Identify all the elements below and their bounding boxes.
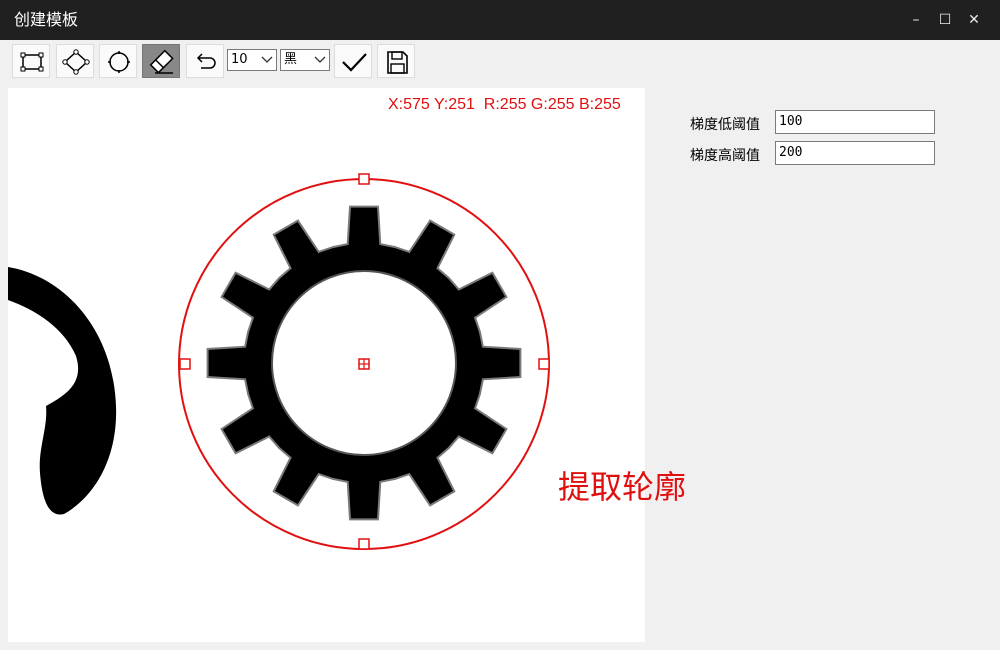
window-title: 创建模板: [14, 10, 79, 29]
close-button[interactable]: ✕: [961, 8, 987, 32]
extract-contour-label: 提取轮廓: [558, 468, 687, 506]
confirm-button[interactable]: [334, 44, 372, 78]
high-threshold-input[interactable]: 200: [775, 141, 935, 165]
brush-size-value: 10: [231, 52, 248, 67]
resize-handle-bottom[interactable]: [358, 538, 370, 550]
image-canvas[interactable]: X:575 Y:251 R:255 G:255 B:255: [8, 88, 645, 642]
chevron-down-icon: [261, 56, 273, 63]
save-button[interactable]: [377, 44, 415, 78]
toolbar: 10 黑: [0, 40, 1000, 82]
brush-color-value: 黑: [284, 52, 298, 67]
rotated-rect-tool-button[interactable]: [56, 44, 94, 78]
low-threshold-input[interactable]: 100: [775, 110, 935, 134]
checkmark-icon: [342, 53, 367, 72]
save-icon: [387, 51, 408, 74]
partial-ring-shape: [8, 267, 117, 515]
pixel-readout: X:575 Y:251 R:255 G:255 B:255: [388, 96, 621, 113]
undo-icon: [196, 53, 216, 69]
eraser-tool-button[interactable]: [142, 44, 180, 78]
resize-handle-right[interactable]: [538, 358, 550, 370]
brush-color-select[interactable]: 黑: [280, 49, 330, 71]
eraser-icon: [149, 49, 174, 74]
resize-handle-top[interactable]: [358, 173, 370, 185]
resize-handle-left[interactable]: [179, 358, 191, 370]
title-bar: 创建模板 – ☐ ✕: [0, 0, 1000, 40]
chevron-down-icon: [314, 56, 326, 63]
rectangle-icon: [20, 52, 44, 72]
brush-size-select[interactable]: 10: [227, 49, 277, 71]
rectangle-tool-button[interactable]: [12, 44, 50, 78]
undo-tool-button[interactable]: [186, 44, 224, 78]
minimize-button[interactable]: –: [903, 8, 929, 32]
maximize-button[interactable]: ☐: [932, 8, 958, 32]
rotated-rectangle-icon: [62, 49, 90, 75]
high-threshold-label: 梯度高阈值: [690, 148, 760, 164]
low-threshold-label: 梯度低阈值: [690, 117, 760, 133]
template-image: [8, 173, 550, 550]
circle-icon: [108, 51, 130, 73]
circle-tool-button[interactable]: [99, 44, 137, 78]
